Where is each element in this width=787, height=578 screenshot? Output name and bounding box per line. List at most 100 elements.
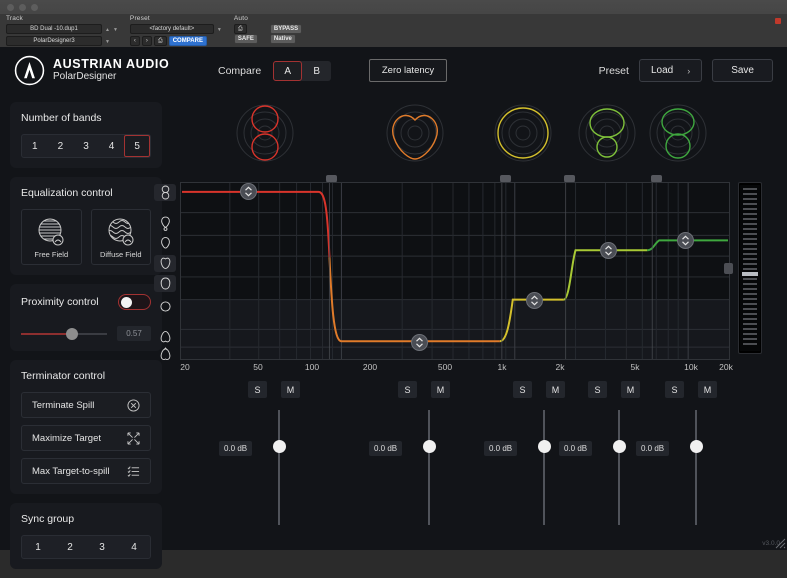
axis-supercardioid-icon (154, 235, 176, 252)
proximity-value[interactable]: 0.57 (117, 326, 151, 341)
band-1-gain-knob[interactable] (273, 440, 286, 453)
band-count-1[interactable]: 1 (22, 135, 48, 157)
polar-preview-band-3[interactable] (492, 102, 554, 164)
band-2-gain-knob[interactable] (423, 440, 436, 453)
freq-tick-5k: 5k (630, 362, 640, 372)
track-name-field[interactable]: BD Dual -10.dup1 (6, 24, 102, 34)
band-count-5[interactable]: 5 (124, 135, 150, 157)
band-3-gain-value[interactable]: 0.0 dB (484, 441, 518, 456)
band-5-solo-button[interactable]: S (665, 381, 684, 398)
band-3-solo-button[interactable]: S (513, 381, 532, 398)
plugin-select-icon[interactable]: ▼ (105, 39, 110, 45)
band-1-gain-value[interactable]: 0.0 dB (219, 441, 253, 456)
preset-menu-icon[interactable]: ▼ (217, 27, 222, 33)
updown-chevron-icon (245, 186, 252, 197)
band-count-2[interactable]: 2 (48, 135, 74, 157)
band-count-3[interactable]: 3 (73, 135, 99, 157)
sync-group-4[interactable]: 4 (118, 536, 150, 558)
band-2-pattern-handle[interactable] (411, 334, 428, 351)
band-4-gain-value[interactable]: 0.0 dB (559, 441, 593, 456)
compare-b-button[interactable]: B (302, 61, 331, 81)
proximity-slider-knob[interactable] (65, 327, 78, 340)
axis-hypercardioid-icon (154, 215, 176, 232)
zero-latency-button[interactable]: Zero latency (369, 59, 447, 82)
load-preset-button[interactable]: Load › (638, 59, 703, 82)
band-1-mute-button[interactable]: M (281, 381, 300, 398)
sync-group-selector[interactable]: 1 2 3 4 (21, 535, 151, 559)
band-4-gain-knob[interactable] (613, 440, 626, 453)
band-count-4[interactable]: 4 (99, 135, 125, 157)
close-window-icon[interactable] (7, 4, 14, 11)
host-compare-button[interactable]: COMPARE (168, 36, 207, 46)
proximity-slider[interactable] (21, 327, 107, 341)
band-5-gain-knob[interactable] (690, 440, 703, 453)
maximize-window-icon[interactable] (31, 4, 38, 11)
band-2-gain-track[interactable] (428, 410, 430, 525)
minimize-window-icon[interactable] (19, 4, 26, 11)
terminator-control-card: Terminator control Terminate Spill Maxim… (10, 360, 162, 494)
hypercardioid-glyph-icon (160, 216, 170, 231)
band-3-mute-button[interactable]: M (546, 381, 565, 398)
band-3-gain-track[interactable] (543, 410, 545, 525)
host-preset-field[interactable]: <factory default> (129, 24, 214, 34)
band-2-gain-value[interactable]: 0.0 dB (369, 441, 403, 456)
band-5-gain-value[interactable]: 0.0 dB (636, 441, 670, 456)
proximity-toggle[interactable] (118, 294, 151, 310)
window-traffic-lights[interactable] (7, 4, 38, 11)
preset-prev-button[interactable]: ‹ (129, 36, 140, 46)
band-5-pattern-handle[interactable] (677, 232, 694, 249)
track-prev-icon[interactable]: ▲ (105, 27, 110, 33)
polar-preview-band-2[interactable] (384, 102, 446, 164)
freq-tick-2k: 2k (555, 362, 565, 372)
sync-group-2[interactable]: 2 (54, 536, 86, 558)
band-1-pattern-handle[interactable] (240, 183, 257, 200)
band-4-mute-button[interactable]: M (621, 381, 640, 398)
diffuse-field-button[interactable]: Diffuse Field (90, 209, 151, 265)
polar-preview-band-4[interactable] (576, 102, 638, 164)
polar-pattern-axis (154, 182, 176, 360)
band-5-gain-track[interactable] (695, 410, 697, 525)
band-3-gain-knob[interactable] (538, 440, 551, 453)
master-vertical-slider[interactable] (738, 182, 762, 354)
safe-button[interactable]: SAFE (233, 34, 258, 44)
list-settings-icon (127, 465, 140, 477)
band-4-pattern-handle[interactable] (600, 242, 617, 259)
polar-preview-band-1[interactable] (234, 102, 296, 164)
master-slider-handle[interactable] (724, 263, 733, 274)
band-4-gain-track[interactable] (618, 410, 620, 525)
preset-group: Preset Load › Save (599, 59, 773, 82)
auto-write-icon[interactable]: ⎙ (233, 24, 247, 34)
terminate-spill-label: Terminate Spill (32, 399, 95, 411)
slider-ticks-icon (740, 185, 760, 351)
bypass-button[interactable]: BYPASS (269, 24, 303, 34)
compare-a-button[interactable]: A (273, 61, 303, 81)
save-preset-button[interactable]: Save (712, 59, 773, 82)
track-next-icon[interactable]: ▼ (113, 27, 118, 33)
freq-tick-500: 500 (437, 362, 453, 372)
maximize-target-button[interactable]: Maximize Target (21, 425, 151, 451)
max-target-to-spill-button[interactable]: Max Target-to-spill (21, 458, 151, 484)
freq-tick-20: 20 (180, 362, 190, 372)
band-3-pattern-handle[interactable] (526, 292, 543, 309)
band-1-gain-track[interactable] (278, 410, 280, 525)
native-button[interactable]: Native (269, 34, 296, 44)
band-2-solo-button[interactable]: S (398, 381, 417, 398)
frequency-response-plot[interactable] (180, 182, 730, 360)
polar-preview-band-5[interactable] (647, 102, 709, 164)
sidebar: Number of bands 1 2 3 4 5 Equalization c… (10, 102, 162, 578)
band-1-solo-button[interactable]: S (248, 381, 267, 398)
cardioid-glyph-icon (160, 257, 170, 270)
preset-copy-icon[interactable]: ⎙ (153, 36, 167, 46)
band-4-solo-button[interactable]: S (588, 381, 607, 398)
plugin-name-field[interactable]: PolarDesigner3 (6, 36, 102, 46)
band-2-mute-button[interactable]: M (431, 381, 450, 398)
preset-next-button[interactable]: › (141, 36, 152, 46)
resize-grip-icon[interactable] (774, 537, 786, 549)
band-count-selector[interactable]: 1 2 3 4 5 (21, 134, 151, 158)
band-5-mute-button[interactable]: M (698, 381, 717, 398)
free-field-button[interactable]: Free Field (21, 209, 82, 265)
sync-group-1[interactable]: 1 (22, 536, 54, 558)
sync-group-3[interactable]: 3 (86, 536, 118, 558)
terminate-spill-button[interactable]: Terminate Spill (21, 392, 151, 418)
track-label: Track (6, 15, 24, 22)
